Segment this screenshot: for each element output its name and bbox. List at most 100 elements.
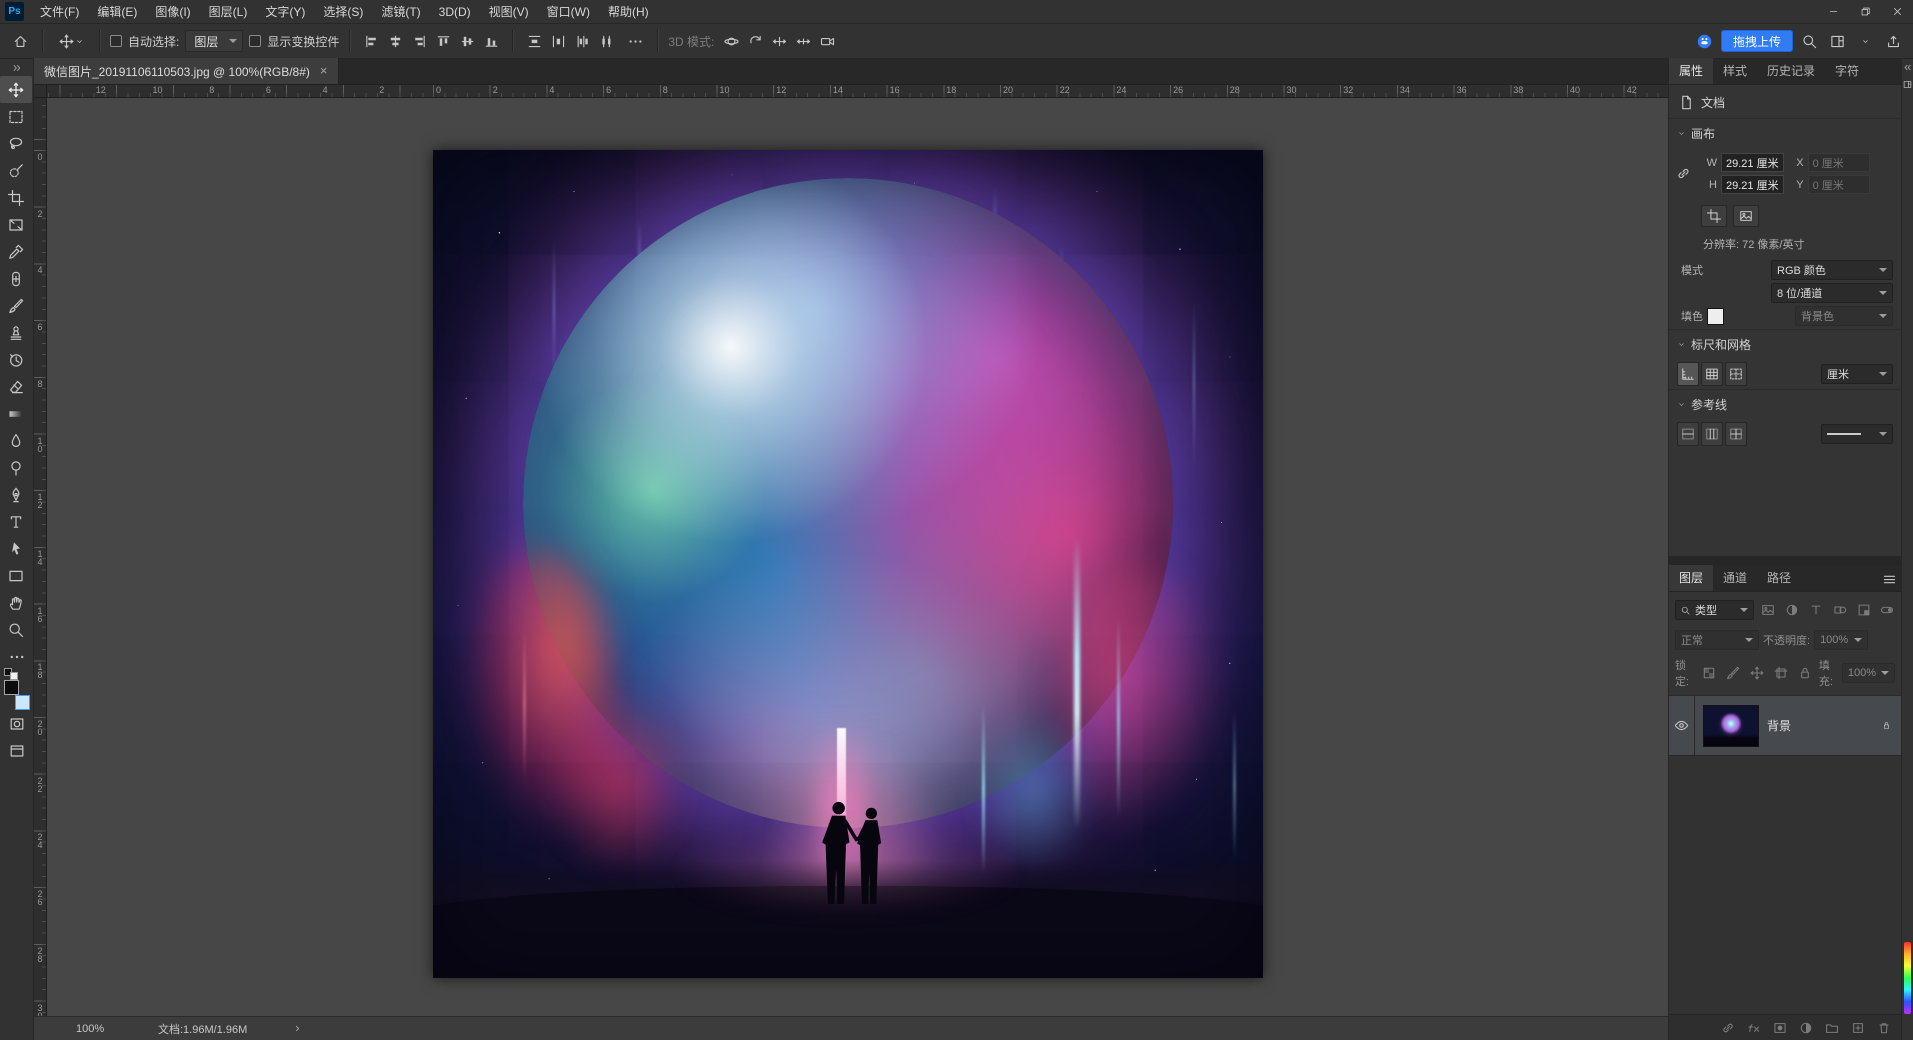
quick-mask-icon[interactable]: [1, 710, 33, 737]
menu-item[interactable]: 图像(I): [146, 0, 199, 24]
snap-grid-icon[interactable]: [1725, 362, 1747, 386]
crop-canvas-icon[interactable]: [1701, 205, 1727, 227]
panel-tab[interactable]: 字符: [1825, 58, 1869, 84]
lasso-tool[interactable]: [0, 130, 32, 157]
screen-mode-icon[interactable]: [1, 737, 33, 764]
layer-fx-icon[interactable]: [1745, 1019, 1763, 1037]
layer-thumbnail[interactable]: [1703, 705, 1759, 747]
search-icon[interactable]: [1797, 28, 1821, 54]
orbit-3d-icon[interactable]: [720, 29, 742, 53]
more-options-icon[interactable]: [623, 28, 647, 54]
align-right-icon[interactable]: [408, 29, 430, 53]
path-select-tool[interactable]: [0, 535, 32, 562]
menu-item[interactable]: 文件(F): [31, 0, 88, 24]
gradient-tool[interactable]: [0, 400, 32, 427]
app-icon[interactable]: Ps: [5, 2, 24, 21]
workspace-caret-icon[interactable]: [1853, 28, 1877, 54]
filter-shape-icon[interactable]: [1829, 598, 1851, 622]
expand-panels-icon[interactable]: [1903, 63, 1912, 72]
lock-artboard-icon[interactable]: [1770, 661, 1792, 685]
panel-tab[interactable]: 历史记录: [1757, 58, 1825, 84]
panel-tab[interactable]: 通道: [1713, 565, 1757, 591]
ruler-origin-corner[interactable]: [34, 85, 47, 98]
guides-section-header[interactable]: 参考线: [1669, 389, 1901, 419]
units-dropdown[interactable]: 厘米: [1821, 364, 1893, 384]
filter-type-icon[interactable]: [1805, 598, 1827, 622]
document-tab[interactable]: 微信图片_20191106110503.jpg @ 100%(RGB/8#) ×: [34, 58, 339, 84]
distribute-left-icon[interactable]: [571, 29, 593, 53]
canvas-section-header[interactable]: 画布: [1669, 118, 1901, 148]
color-mode-dropdown[interactable]: RGB 颜色: [1771, 260, 1893, 280]
close-button[interactable]: [1881, 0, 1913, 24]
auto-select-checkbox[interactable]: [110, 35, 122, 47]
image-size-icon[interactable]: [1733, 205, 1759, 227]
lock-transparent-icon[interactable]: [1698, 661, 1720, 685]
grid-icon[interactable]: [1701, 362, 1723, 386]
menu-item[interactable]: 帮助(H): [599, 0, 658, 24]
hand-tool[interactable]: [0, 589, 32, 616]
layer-mask-icon[interactable]: [1771, 1019, 1789, 1037]
menu-item[interactable]: 编辑(E): [88, 0, 146, 24]
collapsed-panel-icon[interactable]: [1903, 80, 1912, 89]
frame-tool[interactable]: [0, 211, 32, 238]
menu-item[interactable]: 视图(V): [480, 0, 538, 24]
panel-tab[interactable]: 路径: [1757, 565, 1801, 591]
guide-style-dropdown[interactable]: [1821, 424, 1893, 444]
panel-tab[interactable]: 样式: [1713, 58, 1757, 84]
menu-item[interactable]: 图层(L): [200, 0, 257, 24]
restore-button[interactable]: [1849, 0, 1881, 24]
menu-item[interactable]: 选择(S): [314, 0, 372, 24]
rulers-grid-section-header[interactable]: 标尺和网格: [1669, 329, 1901, 359]
home-icon[interactable]: [8, 28, 32, 54]
history-brush-tool[interactable]: [0, 346, 32, 373]
lock-all-icon[interactable]: [1794, 661, 1816, 685]
fill-color-swatch[interactable]: [1707, 308, 1724, 325]
rectangle-tool[interactable]: [0, 562, 32, 589]
guide-layout-icon[interactable]: [1701, 422, 1723, 446]
menu-item[interactable]: 滤镜(T): [372, 0, 429, 24]
panel-menu-icon[interactable]: [1882, 572, 1897, 587]
camera-3d-icon[interactable]: [816, 29, 838, 53]
corner-ruler-icon[interactable]: [1677, 362, 1699, 386]
distribute-h-icon[interactable]: [547, 29, 569, 53]
width-field[interactable]: 29.21 厘米: [1721, 153, 1784, 172]
dodge-tool[interactable]: [0, 454, 32, 481]
rect-marquee-tool[interactable]: [0, 103, 32, 130]
align-top-icon[interactable]: [432, 29, 454, 53]
default-background-chip[interactable]: [10, 672, 18, 680]
status-options-icon[interactable]: [293, 1024, 302, 1033]
vertical-ruler[interactable]: 024681012141618202224262830: [34, 98, 47, 1016]
new-guide-icon[interactable]: [1677, 422, 1699, 446]
bit-depth-dropdown[interactable]: 8 位/通道: [1771, 283, 1893, 303]
link-dimensions-icon[interactable]: [1676, 166, 1691, 181]
align-bottom-icon[interactable]: [480, 29, 502, 53]
eyedropper-tool[interactable]: [0, 238, 32, 265]
zoom-level-field[interactable]: 100%: [76, 1023, 114, 1035]
align-middle-v-icon[interactable]: [456, 29, 478, 53]
new-layer-icon[interactable]: [1849, 1019, 1867, 1037]
layer-adjust-icon[interactable]: [1797, 1019, 1815, 1037]
clone-stamp-tool[interactable]: [0, 319, 32, 346]
show-transform-checkbox[interactable]: [249, 35, 261, 47]
layer-group-icon[interactable]: [1823, 1019, 1841, 1037]
menu-item[interactable]: 窗口(W): [538, 0, 599, 24]
lock-pixels-icon[interactable]: [1722, 661, 1744, 685]
move-tool[interactable]: [0, 76, 32, 103]
filter-pixel-icon[interactable]: [1757, 598, 1779, 622]
minimize-button[interactable]: [1817, 0, 1849, 24]
panel-tab[interactable]: 属性: [1669, 58, 1713, 84]
filter-type-dropdown[interactable]: 类型: [1675, 600, 1754, 620]
clear-guides-icon[interactable]: [1725, 422, 1747, 446]
image-canvas[interactable]: [433, 150, 1263, 978]
tab-close-icon[interactable]: ×: [320, 65, 328, 77]
auto-select-target-dropdown[interactable]: 图层: [185, 30, 243, 52]
horizontal-ruler[interactable]: 1210864202468101214161820222426283032343…: [47, 85, 1668, 98]
canvas-viewport[interactable]: 1210864202468101214161820222426283032343…: [34, 85, 1668, 1016]
eraser-tool[interactable]: [0, 373, 32, 400]
menu-item[interactable]: 3D(D): [430, 0, 480, 24]
pan-3d-icon[interactable]: [768, 29, 790, 53]
quick-select-tool[interactable]: [0, 157, 32, 184]
distribute-v-icon[interactable]: [523, 29, 545, 53]
share-upload-icon[interactable]: [1881, 28, 1905, 54]
panel-tab[interactable]: 图层: [1669, 565, 1713, 591]
